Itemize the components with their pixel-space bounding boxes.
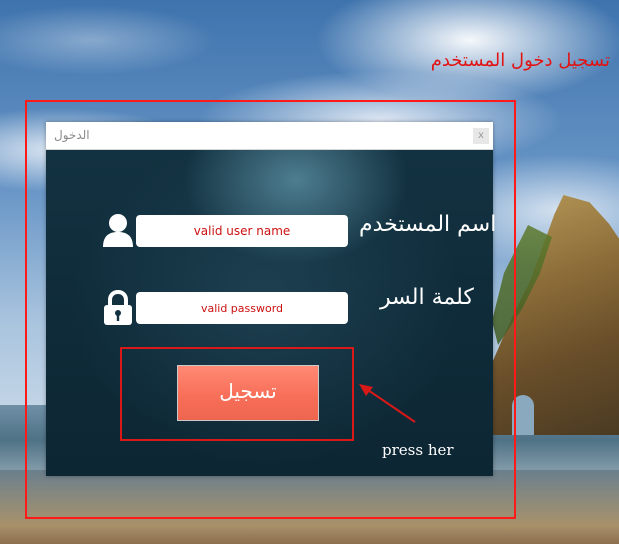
username-input[interactable] [136, 215, 348, 247]
user-icon [102, 213, 134, 251]
window-title: الدخول [54, 128, 90, 142]
button-highlight-frame [120, 347, 354, 441]
arrow-icon [357, 382, 419, 430]
press-hint: press her [382, 441, 454, 459]
annotation-title: تسجيل دخول المستخدم [430, 50, 610, 71]
close-button[interactable]: x [473, 128, 489, 144]
window-titlebar: الدخول x [46, 122, 493, 150]
username-label: اسم المستخدم [359, 212, 497, 237]
password-input[interactable] [136, 292, 348, 324]
password-label: كلمة السر [380, 285, 474, 310]
lock-icon [102, 289, 134, 330]
